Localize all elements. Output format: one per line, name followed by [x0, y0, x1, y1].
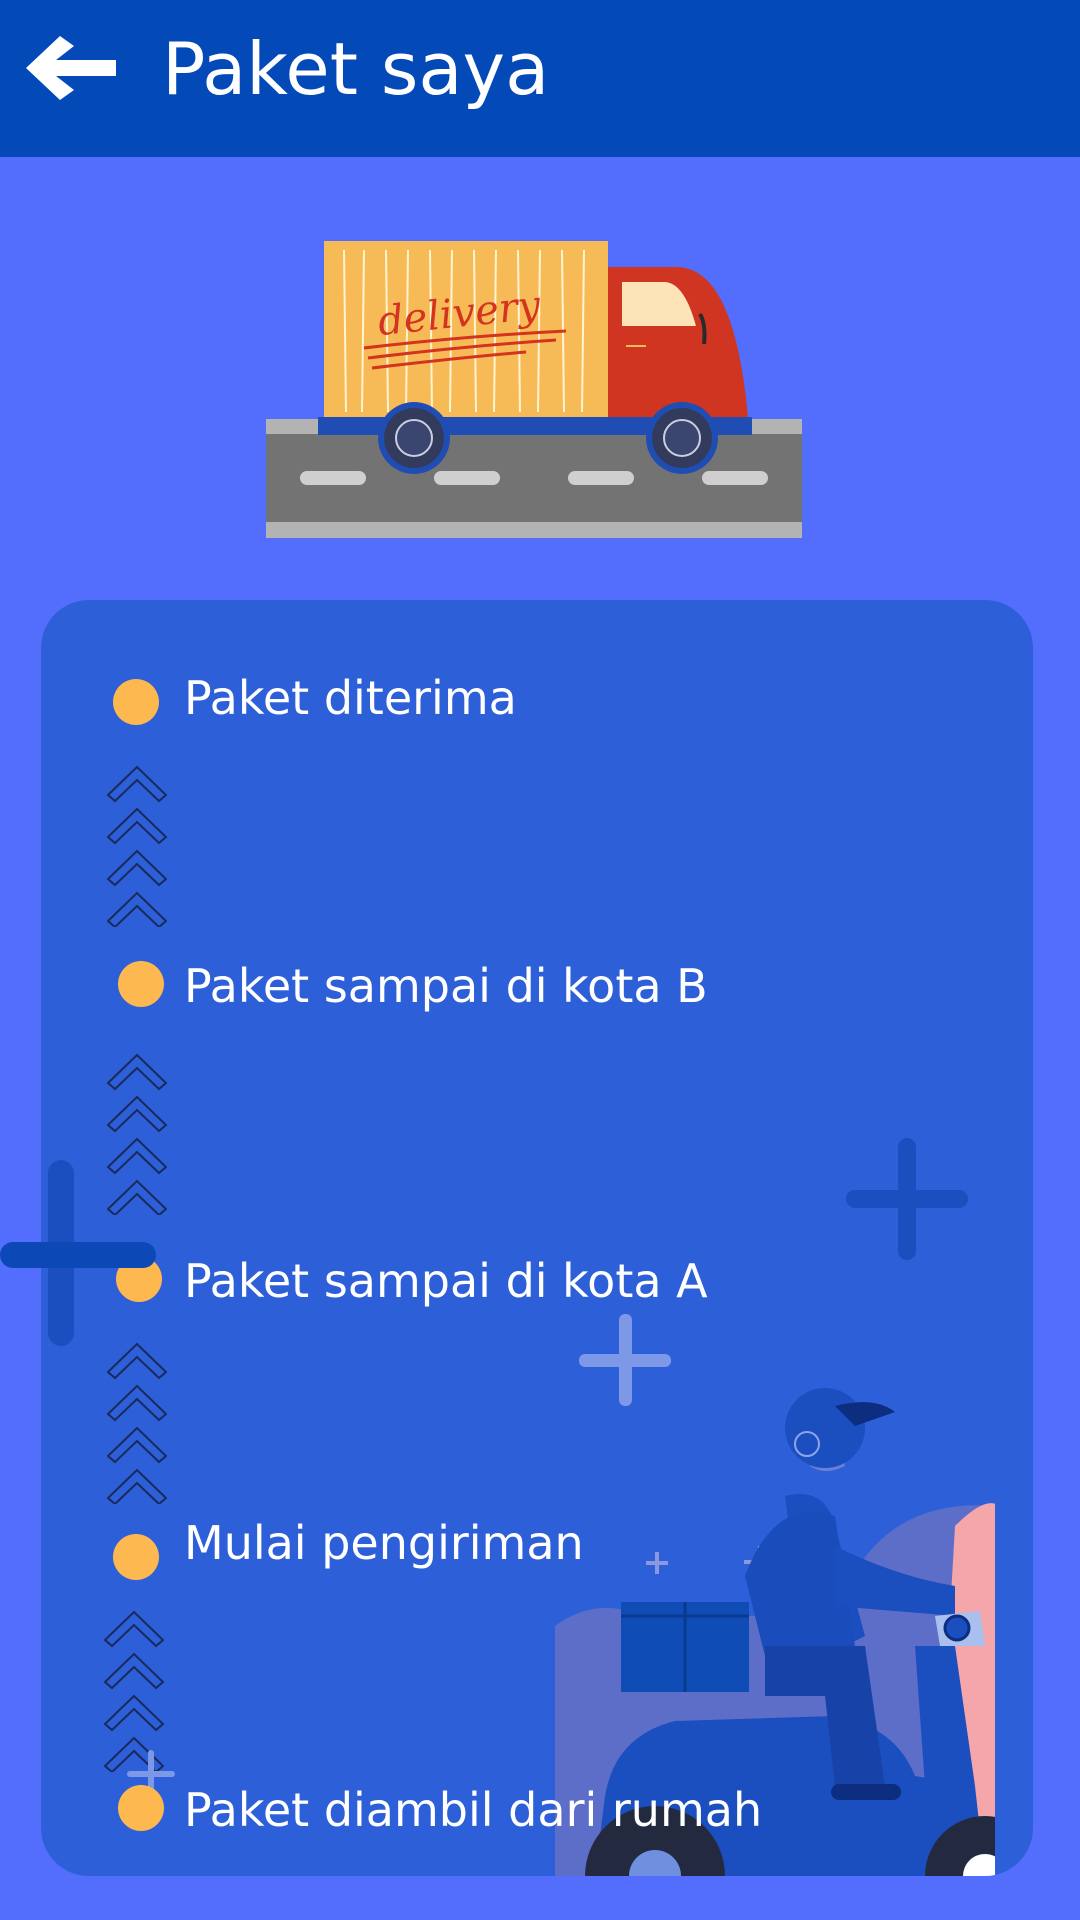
chevron-up-icon	[104, 1610, 164, 1772]
step-label-paket-diterima: Paket diterima	[184, 671, 517, 725]
delivery-status-card: Paket diterima Paket sampai di kota B Pa…	[41, 600, 1033, 1876]
chevron-up-icon	[107, 1342, 167, 1504]
app-header: Paket saya	[0, 0, 1080, 157]
plus-decoration-icon	[846, 1138, 968, 1260]
step-label-paket-sampai-kota-b: Paket sampai di kota B	[184, 959, 708, 1013]
back-button[interactable]	[22, 32, 122, 104]
status-dot	[113, 679, 159, 725]
plus-decoration-icon	[0, 1160, 156, 1346]
step-label-mulai-pengiriman: Mulai pengiriman	[184, 1516, 584, 1570]
chevron-up-icon	[107, 765, 167, 927]
step-label-paket-diambil: Paket diambil dari rumah	[184, 1783, 763, 1837]
status-dot	[118, 1785, 164, 1831]
step-label-paket-sampai-kota-a: Paket sampai di kota A	[184, 1254, 708, 1308]
arrow-left-icon	[26, 36, 116, 100]
delivery-truck-illustration: delivery	[266, 241, 802, 538]
status-dot	[113, 1534, 159, 1580]
status-dot	[118, 961, 164, 1007]
page-title: Paket saya	[162, 27, 550, 111]
